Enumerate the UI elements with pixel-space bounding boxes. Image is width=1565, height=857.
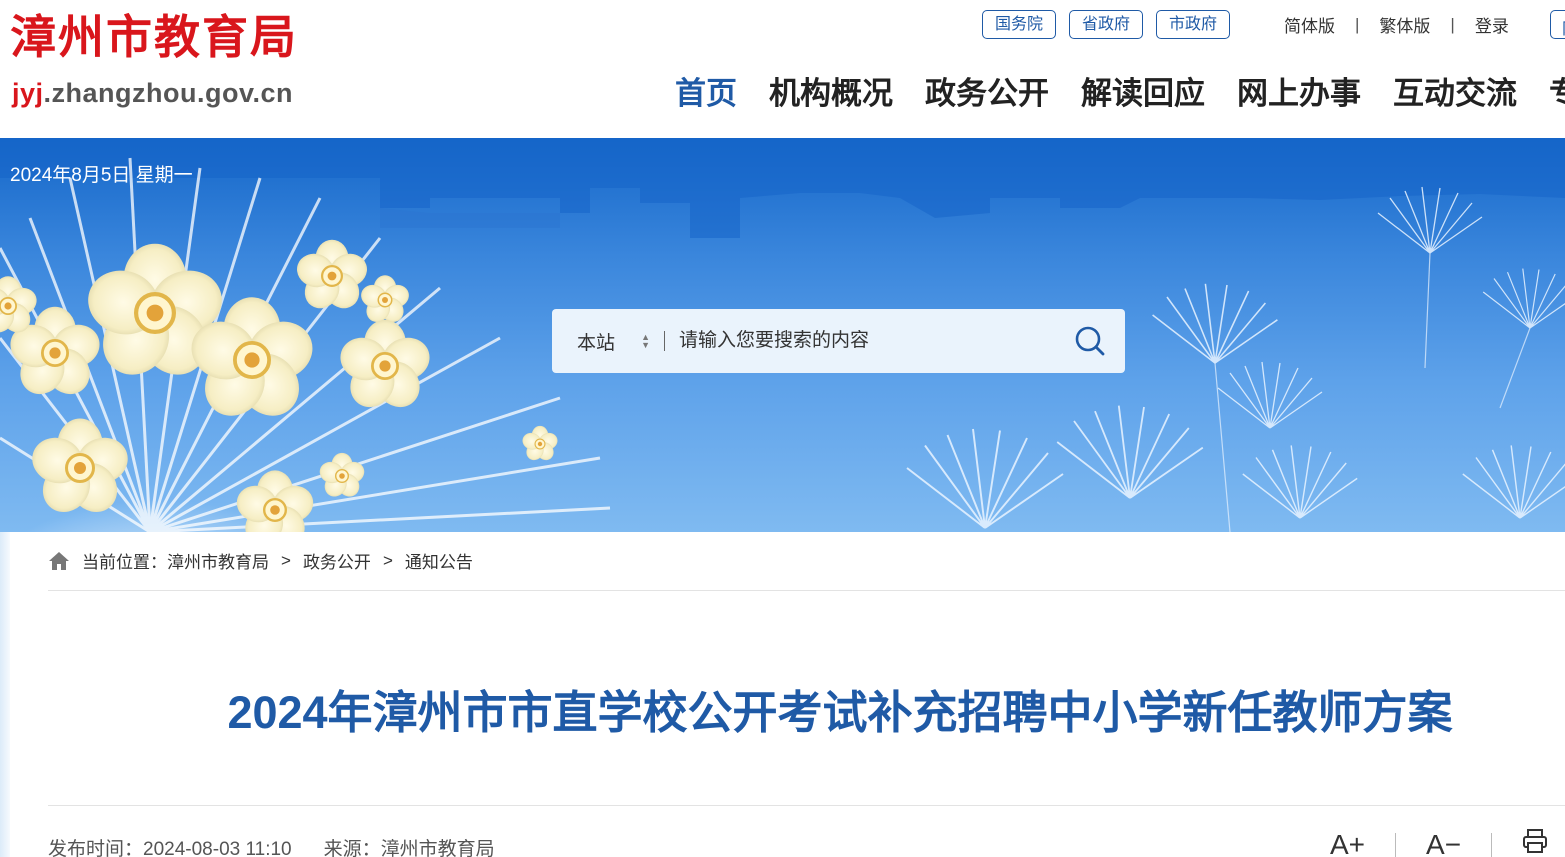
- gov-link-province[interactable]: 省政府: [1069, 10, 1144, 39]
- utility-links: 简体版 | 繁体版 | 登录: [1284, 12, 1509, 37]
- tool-separator: [1491, 832, 1493, 857]
- traditional-link[interactable]: 繁体版: [1379, 12, 1430, 37]
- breadcrumb-link-bureau[interactable]: 漳州市教育局: [167, 548, 269, 573]
- search-scope-select[interactable]: 本站 ▲ ▼: [552, 328, 664, 355]
- gov-link-city[interactable]: 市政府: [1156, 10, 1231, 39]
- search-bar: 本站 ▲ ▼: [552, 309, 1125, 373]
- main-nav: 首页 机构概况 政务公开 解读回应 网上办事 互动交流 专: [675, 76, 1565, 112]
- publish-value: 2024-08-03 11:10: [143, 839, 292, 857]
- site-header: 漳州市教育局 jyj.zhangzhou.gov.cn 国务院 省政府 市政府 …: [0, 0, 1565, 138]
- gov-links: 国务院 省政府 市政府: [982, 10, 1231, 39]
- breadcrumb-link-notices[interactable]: 通知公告: [405, 548, 473, 573]
- publish-time: 发布时间：2024-08-03 11:10: [48, 834, 292, 857]
- nav-item-home[interactable]: 首页: [675, 76, 737, 112]
- gov-link-state-council[interactable]: 国务院: [982, 10, 1057, 39]
- search-scope-label: 本站: [577, 332, 616, 354]
- nav-item-government-affairs[interactable]: 政务公开: [925, 76, 1049, 112]
- domain-highlight: jyj: [12, 78, 44, 108]
- site-logo-title[interactable]: 漳州市教育局: [10, 14, 298, 60]
- separator: |: [1355, 14, 1360, 34]
- login-link[interactable]: 登录: [1475, 12, 1509, 37]
- site-logo-domain[interactable]: jyj.zhangzhou.gov.cn: [12, 80, 293, 107]
- search-icon: [1075, 326, 1105, 356]
- source-value: 漳州市教育局: [380, 839, 495, 857]
- print-icon: [1523, 829, 1548, 853]
- print-button[interactable]: [1522, 828, 1548, 857]
- simplified-link[interactable]: 简体版: [1284, 12, 1335, 37]
- nav-item-special[interactable]: 专: [1549, 76, 1565, 112]
- divider: [48, 590, 1565, 591]
- search-button[interactable]: [1055, 309, 1125, 373]
- nav-item-about[interactable]: 机构概况: [769, 76, 893, 112]
- divider: [48, 805, 1565, 806]
- domain-rest: .zhangzhou.gov.cn: [43, 78, 294, 108]
- tool-separator: [1395, 832, 1397, 857]
- hero-banner: 2024年8月5日 星期一 本站 ▲ ▼: [0, 138, 1565, 532]
- source-label: 来源：: [323, 839, 381, 857]
- article-tools: A+ A−: [1330, 828, 1548, 857]
- breadcrumb-prefix: 当前位置：: [82, 553, 167, 572]
- separator: |: [1450, 14, 1455, 34]
- font-decrease-button[interactable]: A−: [1426, 829, 1461, 857]
- breadcrumb: 当前位置： 漳州市教育局 > 政务公开 > 通知公告: [48, 548, 473, 573]
- article-content: 当前位置： 漳州市教育局 > 政务公开 > 通知公告 2024年漳州市市直学校公…: [0, 532, 1565, 857]
- search-input[interactable]: [665, 330, 1055, 352]
- nav-item-online-services[interactable]: 网上办事: [1237, 76, 1361, 112]
- current-date: 2024年8月5日 星期一: [10, 165, 193, 186]
- home-icon[interactable]: [48, 551, 70, 571]
- article-title: 2024年漳州市市直学校公开考试补充招聘中小学新任教师方案: [227, 687, 1453, 738]
- publish-label: 发布时间：: [48, 839, 144, 857]
- sort-arrows-icon: ▲ ▼: [641, 332, 650, 350]
- breadcrumb-separator: >: [382, 550, 393, 570]
- article-source: 来源：漳州市教育局: [324, 834, 495, 857]
- article-meta: 发布时间：2024-08-03 11:10 来源：漳州市教育局: [48, 834, 495, 857]
- breadcrumb-link-affairs[interactable]: 政务公开: [303, 548, 371, 573]
- nav-item-interpretation[interactable]: 解读回应: [1081, 76, 1205, 112]
- gov-link-clipped[interactable]: 网: [1550, 10, 1565, 39]
- breadcrumb-separator: >: [281, 550, 291, 570]
- nav-item-interaction[interactable]: 互动交流: [1393, 76, 1517, 112]
- font-increase-button[interactable]: A+: [1330, 829, 1365, 857]
